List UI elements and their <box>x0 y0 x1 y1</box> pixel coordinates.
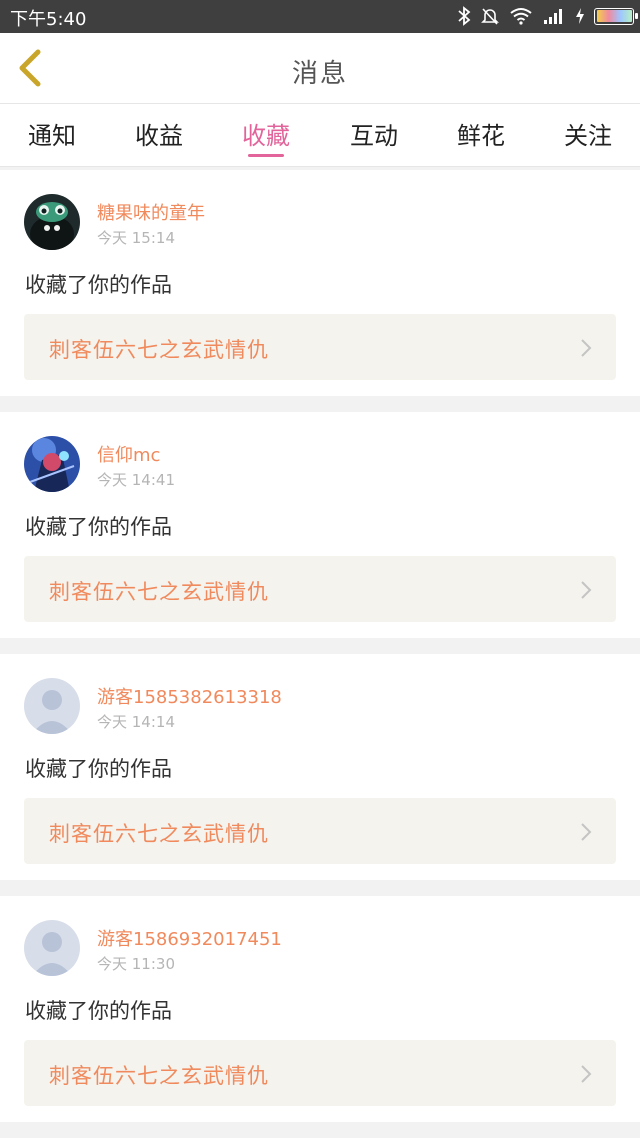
timestamp: 今天 14:41 <box>97 471 175 489</box>
chevron-right-icon <box>581 339 592 357</box>
action-text: 收藏了你的作品 <box>25 515 172 539</box>
list-item: 游客1586932017451 今天 11:30 收藏了你的作品 刺客伍六七之玄… <box>0 896 640 1122</box>
status-time: 下午5:40 <box>10 9 87 30</box>
timestamp: 今天 11:30 <box>97 955 175 973</box>
page-title: 消息 <box>291 59 348 89</box>
work-link[interactable]: 刺客伍六七之玄武情仇 <box>24 798 616 864</box>
tab-interaction[interactable]: 互动 <box>324 116 424 151</box>
avatar[interactable] <box>24 436 80 492</box>
avatar-blue-character-icon <box>24 436 80 492</box>
action-text: 收藏了你的作品 <box>25 273 172 297</box>
bell-off-icon <box>481 8 499 25</box>
username[interactable]: 信仰mc <box>97 441 160 467</box>
chevron-right-icon <box>581 823 592 841</box>
bolt-icon <box>576 8 584 24</box>
username[interactable]: 游客1586932017451 <box>97 925 282 951</box>
work-title: 刺客伍六七之玄武情仇 <box>49 580 269 604</box>
list-item: 糖果味的童年 今天 15:14 收藏了你的作品 刺客伍六七之玄武情仇 <box>0 170 640 396</box>
work-title: 刺客伍六七之玄武情仇 <box>49 338 269 362</box>
chevron-right-icon <box>581 581 592 599</box>
tab-favorites[interactable]: 收藏 <box>216 116 316 151</box>
work-link[interactable]: 刺客伍六七之玄武情仇 <box>24 556 616 622</box>
nav-bar: 消息 <box>0 33 640 103</box>
active-tab-indicator <box>248 154 284 157</box>
username[interactable]: 游客1585382613318 <box>97 683 282 709</box>
tab-flowers[interactable]: 鲜花 <box>431 116 531 151</box>
action-text: 收藏了你的作品 <box>25 999 172 1023</box>
tab-bar: 通知 收益 收藏 互动 鲜花 关注 <box>0 103 640 167</box>
timestamp: 今天 14:14 <box>97 713 175 731</box>
signal-icon <box>544 9 562 24</box>
work-link[interactable]: 刺客伍六七之玄武情仇 <box>24 314 616 380</box>
chevron-right-icon <box>581 1065 592 1083</box>
timestamp: 今天 15:14 <box>97 229 175 247</box>
bluetooth-icon <box>458 6 471 26</box>
default-avatar-icon <box>24 920 80 976</box>
status-bar: 下午5:40 <box>0 0 640 33</box>
tab-follow[interactable]: 关注 <box>538 116 638 151</box>
avatar[interactable] <box>24 194 80 250</box>
battery-icon <box>594 7 638 25</box>
tab-notify[interactable]: 通知 <box>2 116 102 151</box>
work-title: 刺客伍六七之玄武情仇 <box>49 822 269 846</box>
list-item: 信仰mc 今天 14:41 收藏了你的作品 刺客伍六七之玄武情仇 <box>0 412 640 638</box>
wifi-icon <box>510 8 532 25</box>
avatar-dark-character-icon <box>24 194 80 250</box>
avatar[interactable] <box>24 920 80 976</box>
work-title: 刺客伍六七之玄武情仇 <box>49 1064 269 1088</box>
username[interactable]: 糖果味的童年 <box>97 199 205 225</box>
list-item: 游客1585382613318 今天 14:14 收藏了你的作品 刺客伍六七之玄… <box>0 654 640 880</box>
default-avatar-icon <box>24 678 80 734</box>
avatar[interactable] <box>24 678 80 734</box>
status-icons <box>457 5 638 27</box>
work-link[interactable]: 刺客伍六七之玄武情仇 <box>24 1040 616 1106</box>
tab-earnings[interactable]: 收益 <box>109 116 209 151</box>
action-text: 收藏了你的作品 <box>25 757 172 781</box>
